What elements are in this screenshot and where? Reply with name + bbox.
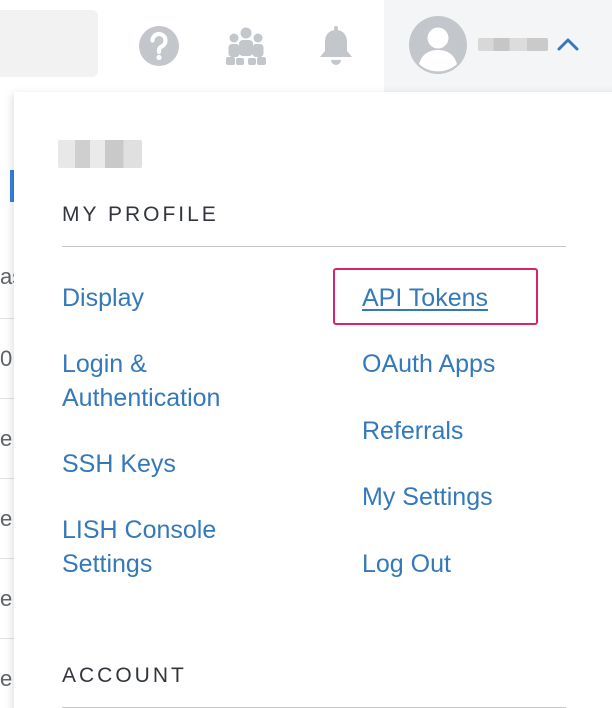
user-menu-toggle[interactable] bbox=[384, 0, 612, 92]
background-text-fragment: e bbox=[0, 666, 13, 691]
user-dropdown-menu: MY PROFILE Display Login & Authenticatio… bbox=[14, 92, 612, 708]
menu-link-lish-console-settings[interactable]: LISH Console Settings bbox=[62, 513, 216, 581]
menu-link-my-settings[interactable]: My Settings bbox=[362, 480, 493, 514]
search-box[interactable] bbox=[0, 10, 98, 77]
menu-link-referrals[interactable]: Referrals bbox=[362, 414, 463, 448]
section-title-account: ACCOUNT bbox=[62, 664, 187, 687]
avatar bbox=[409, 16, 467, 74]
menu-link-oauth-apps[interactable]: OAuth Apps bbox=[362, 347, 495, 381]
top-bar bbox=[0, 0, 612, 92]
background-text-fragment: 0 bbox=[0, 346, 13, 371]
background-text-fragment: e bbox=[0, 586, 13, 611]
menu-link-ssh-keys[interactable]: SSH Keys bbox=[62, 447, 176, 481]
divider bbox=[62, 246, 566, 247]
background-text-fragment: e bbox=[0, 506, 13, 531]
username-redacted bbox=[478, 38, 548, 51]
menu-link-display[interactable]: Display bbox=[62, 281, 144, 315]
page: as 0 e e e e MY PROFILE Display Login & … bbox=[0, 0, 612, 708]
bell-icon[interactable] bbox=[314, 24, 358, 68]
menu-link-login-authentication[interactable]: Login & Authentication bbox=[62, 347, 220, 415]
help-icon[interactable] bbox=[137, 24, 181, 68]
background-text-fragment: e bbox=[0, 426, 13, 451]
account-name-redacted bbox=[58, 140, 142, 168]
chevron-up-icon bbox=[557, 38, 579, 51]
community-icon[interactable] bbox=[224, 24, 268, 68]
menu-link-api-tokens[interactable]: API Tokens bbox=[362, 281, 488, 315]
section-title-my-profile: MY PROFILE bbox=[62, 203, 219, 226]
menu-link-log-out[interactable]: Log Out bbox=[362, 547, 451, 581]
